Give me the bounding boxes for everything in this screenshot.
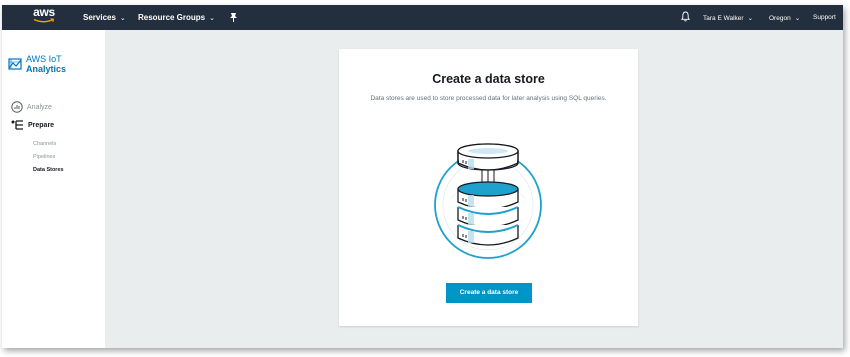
- aws-logo[interactable]: aws: [31, 5, 57, 27]
- sidebar: AWS IoT Analytics Analyze Prepare Channe…: [2, 30, 105, 348]
- pin-icon[interactable]: [229, 12, 238, 23]
- sidebar-item-analyze[interactable]: Analyze: [11, 101, 52, 113]
- chevron-down-icon: ⌄: [747, 15, 754, 22]
- top-navigation-bar: aws Services ⌄ Resource Groups ⌄ Tara E Wa…: [2, 5, 843, 30]
- chevron-down-icon: ⌄: [794, 15, 801, 22]
- create-data-store-card: Create a data store Data stores are used…: [339, 49, 638, 326]
- bell-icon[interactable]: [681, 11, 690, 22]
- brand-line-2: Analytics: [26, 64, 67, 74]
- sidebar-item-prepare[interactable]: Prepare: [11, 120, 54, 130]
- region-name: Oregon: [769, 15, 791, 22]
- aws-logo-text: aws: [33, 5, 55, 19]
- brand-line-1: AWS IoT: [26, 54, 62, 64]
- support-menu[interactable]: Support: [813, 14, 836, 21]
- support-label: Support: [813, 14, 836, 21]
- analyze-icon: [11, 101, 23, 113]
- prepare-label: Prepare: [28, 121, 55, 129]
- services-label: Services: [83, 13, 116, 22]
- resource-groups-menu[interactable]: Resource Groups ⌄: [138, 13, 215, 22]
- chevron-down-icon: ⌄: [209, 15, 216, 22]
- analyze-label: Analyze: [27, 103, 52, 111]
- user-menu[interactable]: Tara E Walker ⌄: [703, 14, 753, 22]
- user-name: Tara E Walker: [703, 15, 744, 22]
- console-window: aws Services ⌄ Resource Groups ⌄ Tara E Wa…: [2, 5, 843, 348]
- iot-analytics-icon: [8, 58, 22, 70]
- sidebar-item-pipelines[interactable]: Pipelines: [33, 154, 55, 160]
- data-store-illustration: [434, 143, 542, 259]
- create-data-store-button[interactable]: Create a data store: [446, 283, 532, 303]
- card-title: Create a data store: [432, 72, 545, 86]
- region-selector[interactable]: Oregon ⌄: [769, 14, 800, 22]
- card-description: Data stores are used to store processed …: [370, 95, 607, 102]
- sidebar-item-data-stores[interactable]: Data Stores: [33, 167, 64, 173]
- service-brand[interactable]: AWS IoT Analytics: [8, 54, 66, 74]
- prepare-icon: [11, 120, 23, 130]
- services-menu[interactable]: Services ⌄: [83, 13, 126, 22]
- sidebar-item-channels[interactable]: Channels: [33, 141, 56, 147]
- chevron-down-icon: ⌄: [119, 15, 126, 22]
- resource-groups-label: Resource Groups: [138, 13, 206, 22]
